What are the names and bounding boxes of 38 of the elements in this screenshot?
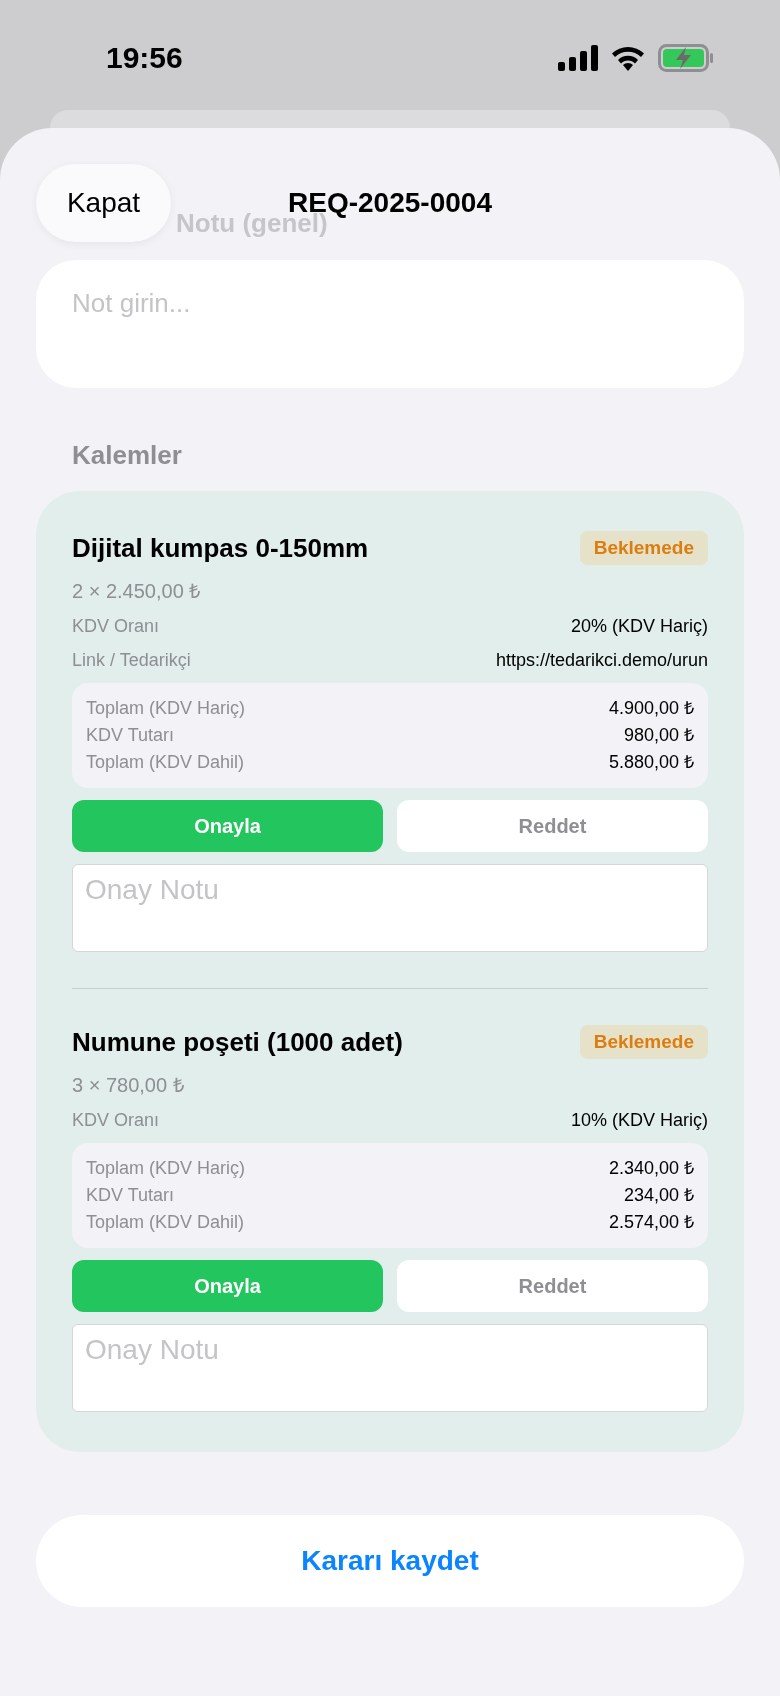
detail-label: Link / Tedarikçi bbox=[72, 648, 191, 672]
item-quantity: 2 × 2.450,00 ₺ bbox=[72, 579, 201, 604]
reject-button[interactable]: Reddet bbox=[397, 1260, 708, 1312]
item-quantity: 3 × 780,00 ₺ bbox=[72, 1073, 184, 1098]
status-time: 19:56 bbox=[106, 40, 183, 76]
status-badge: Beklemede bbox=[579, 531, 708, 565]
detail-label: KDV Oranı bbox=[72, 614, 160, 638]
total-label: Toplam (KDV Dahil) bbox=[86, 751, 245, 774]
total-value: 980,00 ₺ bbox=[623, 724, 694, 747]
detail-label: KDV Oranı bbox=[72, 1108, 160, 1132]
total-value: 2.574,00 ₺ bbox=[608, 1211, 694, 1234]
approval-note-field[interactable]: Onay Notu bbox=[72, 864, 708, 952]
approve-button[interactable]: Onayla bbox=[72, 800, 383, 852]
detail-value: 10% (KDV Hariç) bbox=[570, 1108, 708, 1132]
approve-button[interactable]: Onayla bbox=[72, 1260, 383, 1312]
battery-charging-icon bbox=[658, 44, 714, 72]
total-label: Toplam (KDV Hariç) bbox=[86, 1157, 246, 1180]
detail-value: https://tedarikci.demo/urun bbox=[495, 648, 708, 672]
total-value: 4.900,00 ₺ bbox=[608, 697, 694, 720]
section-title: Kalemler bbox=[71, 439, 182, 472]
status-badge: Beklemede bbox=[579, 1025, 708, 1059]
total-label: KDV Tutarı bbox=[86, 1184, 175, 1207]
detail-value: 20% (KDV Hariç) bbox=[570, 614, 708, 638]
general-note-field[interactable]: Not girin... bbox=[36, 260, 744, 388]
total-label: Toplam (KDV Hariç) bbox=[86, 697, 246, 720]
total-label: KDV Tutarı bbox=[86, 724, 175, 747]
approval-note-field[interactable]: Onay Notu bbox=[72, 1324, 708, 1412]
item-title: Dijital kumpas 0-150mm bbox=[72, 532, 369, 565]
wifi-icon bbox=[610, 45, 646, 71]
total-value: 234,00 ₺ bbox=[623, 1184, 694, 1207]
save-button[interactable]: Kararı kaydet bbox=[36, 1515, 744, 1607]
close-button[interactable]: Kapat bbox=[36, 164, 171, 242]
total-label: Toplam (KDV Dahil) bbox=[86, 1211, 245, 1234]
item-title: Numune poşeti (1000 adet) bbox=[72, 1026, 403, 1059]
total-value: 2.340,00 ₺ bbox=[608, 1157, 694, 1180]
signal-icon bbox=[558, 45, 598, 71]
total-value: 5.880,00 ₺ bbox=[608, 751, 694, 774]
reject-button[interactable]: Reddet bbox=[397, 800, 708, 852]
